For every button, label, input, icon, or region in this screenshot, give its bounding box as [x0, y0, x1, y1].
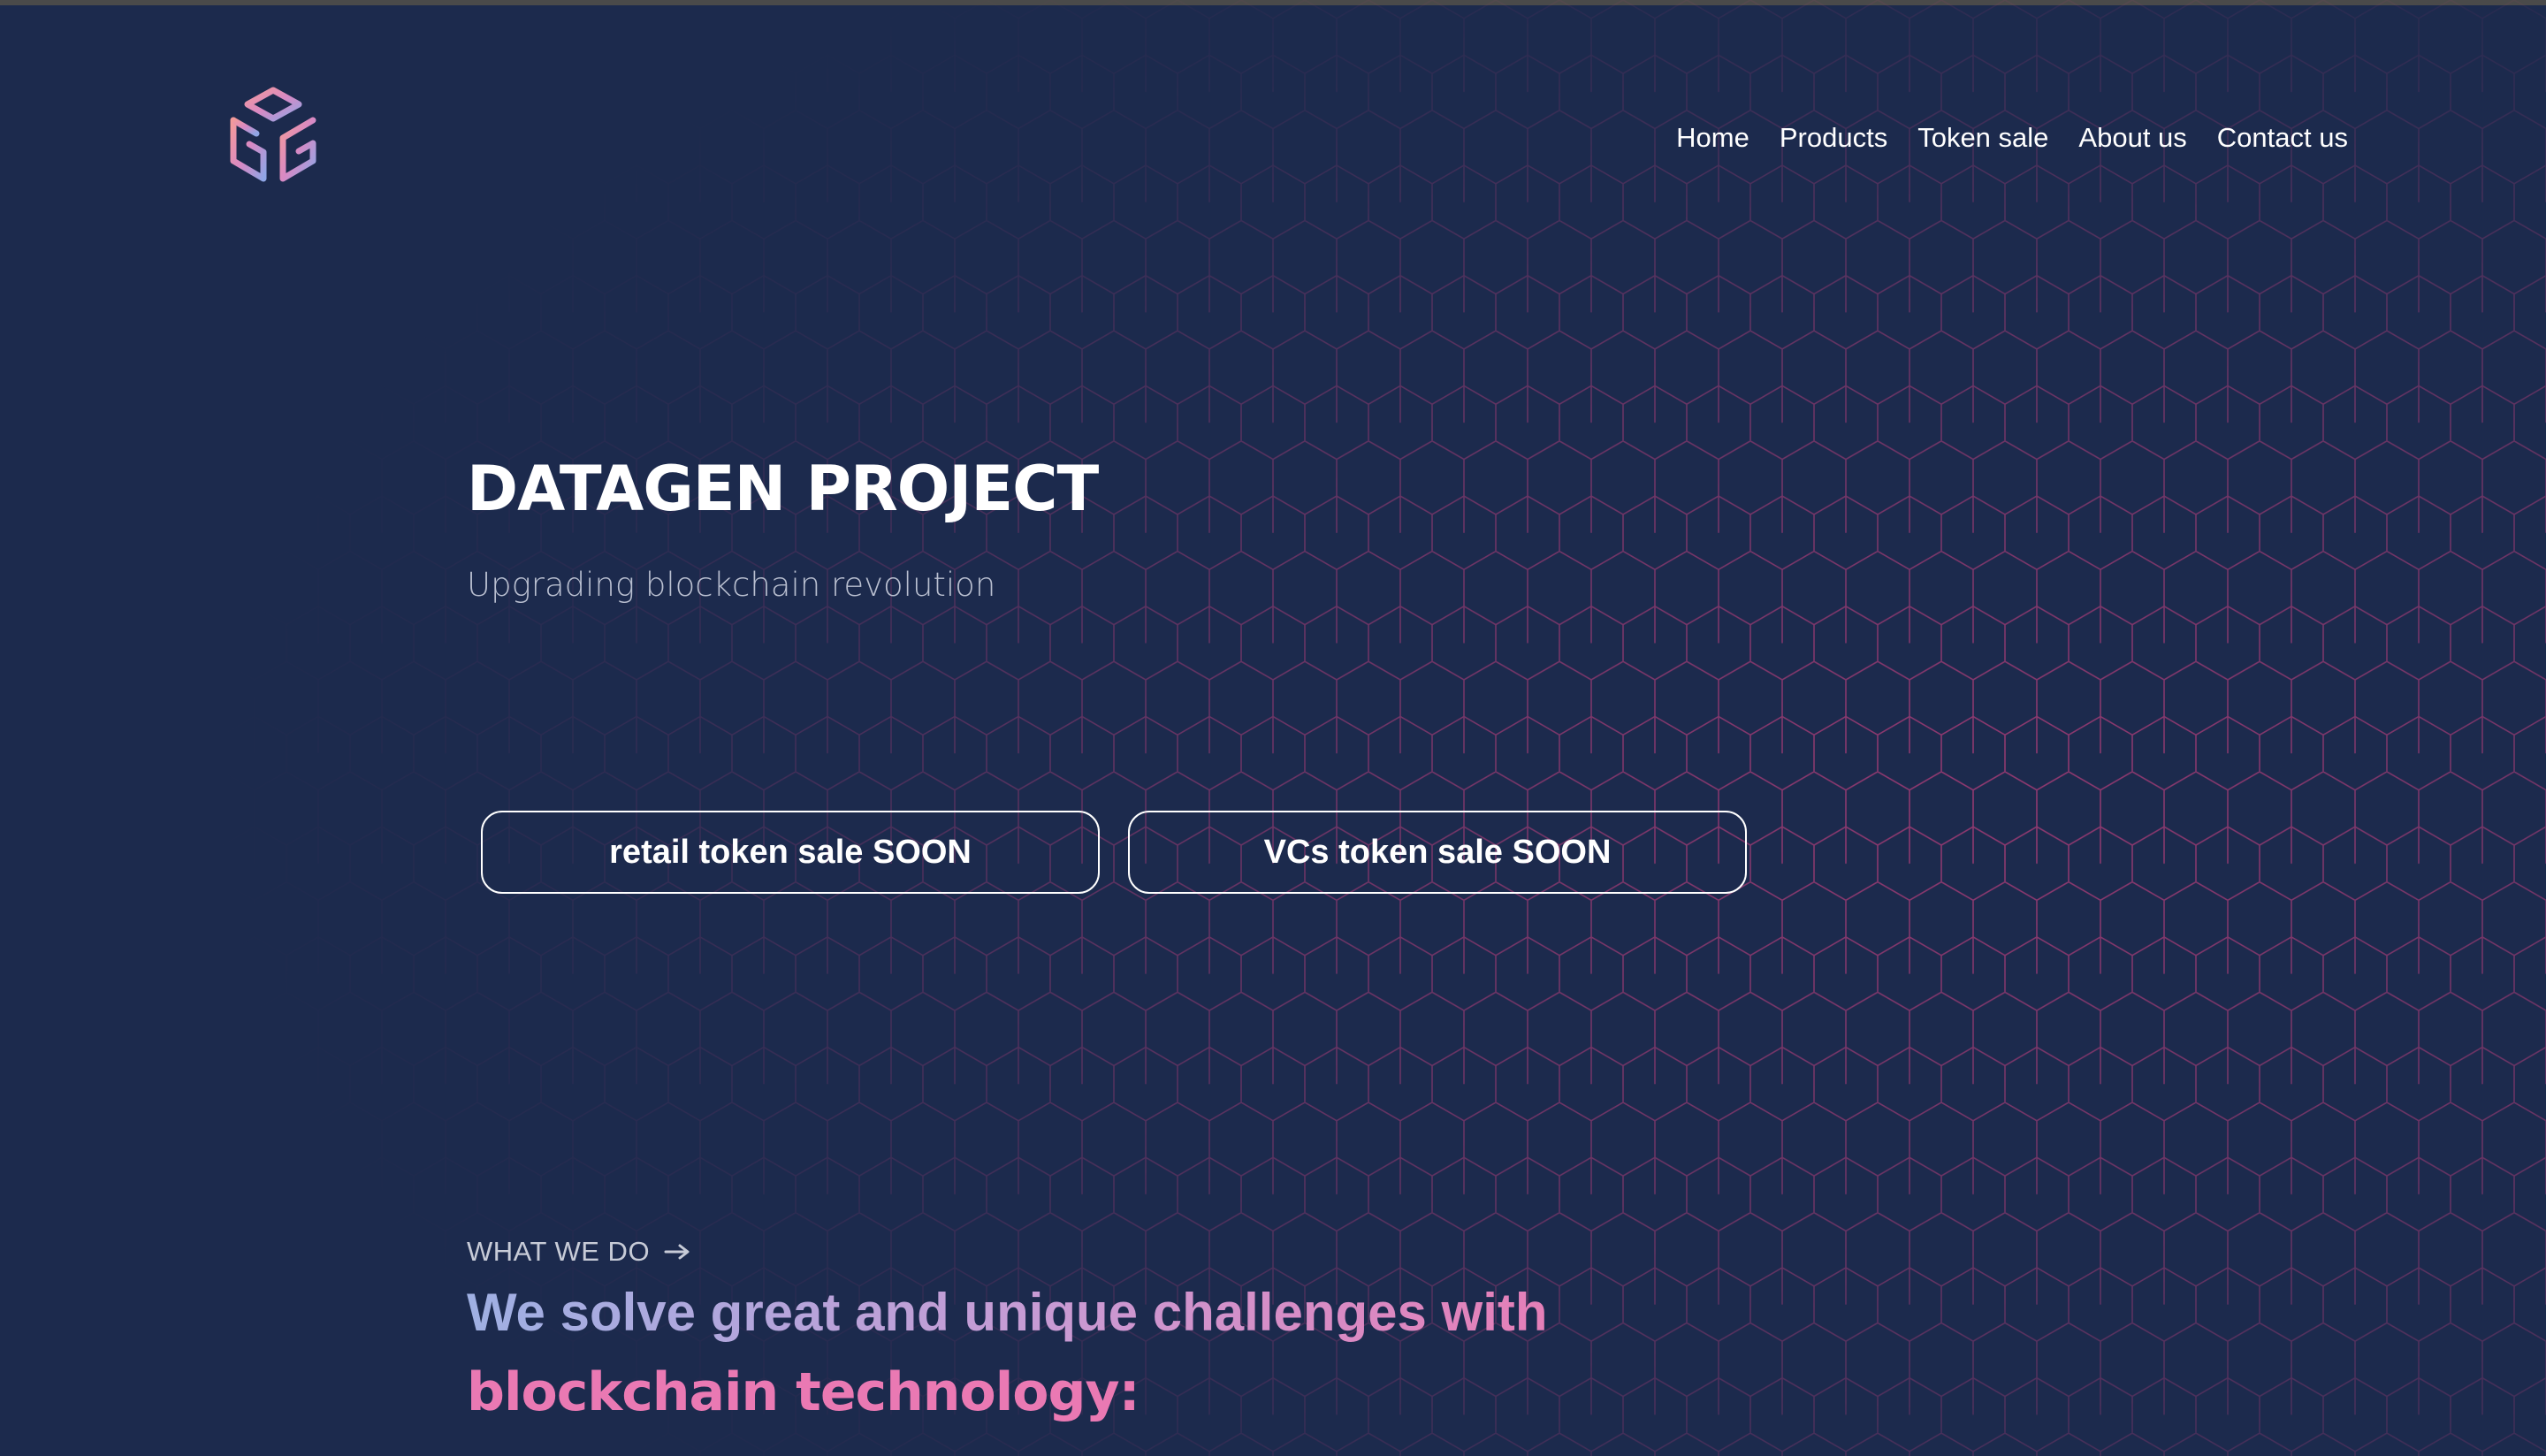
retail-token-sale-button[interactable]: retail token sale SOON [481, 811, 1100, 894]
arrow-right-icon [664, 1244, 690, 1260]
nav-products[interactable]: Products [1780, 122, 1887, 154]
nav-about-us[interactable]: About us [2078, 122, 2186, 154]
vcs-token-sale-button[interactable]: VCs token sale SOON [1128, 811, 1747, 894]
section-eyebrow-label: WHAT WE DO [467, 1236, 651, 1267]
hexagon-pattern-background [0, 0, 2546, 1456]
nav-contact-us[interactable]: Contact us [2217, 122, 2348, 154]
page: Home Products Token sale About us Contac… [0, 0, 2546, 1456]
main-nav: Home Products Token sale About us Contac… [1676, 122, 2348, 154]
datagen-logo-icon[interactable] [225, 85, 322, 189]
section-heading: We solve great and unique challenges wit… [467, 1283, 1548, 1342]
hero-title: DATAGEN PROJECT [467, 453, 1099, 525]
section-eyebrow: WHAT WE DO [467, 1236, 692, 1268]
nav-home[interactable]: Home [1676, 122, 1749, 154]
hero-subtitle: Upgrading blockchain revolution [467, 566, 996, 604]
nav-token-sale[interactable]: Token sale [1917, 122, 2048, 154]
section-heading-highlight: blockchain technology: [467, 1361, 1140, 1423]
